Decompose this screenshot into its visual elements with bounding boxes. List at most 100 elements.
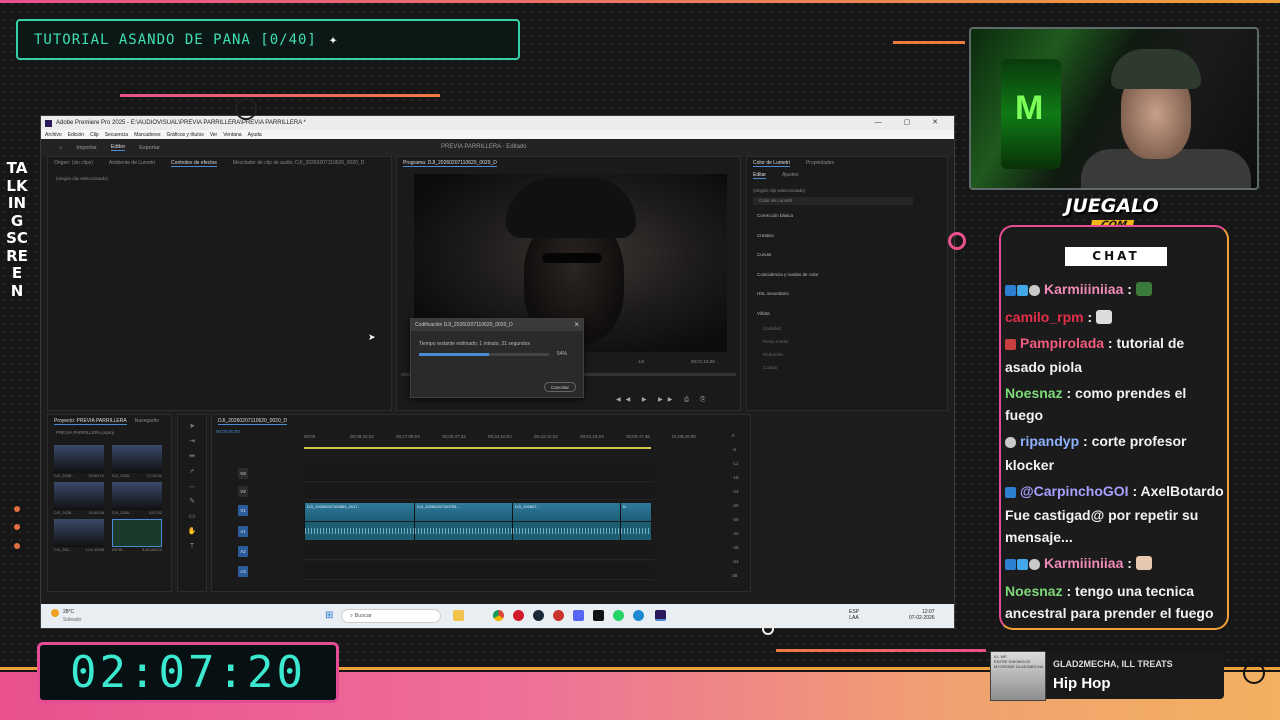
track-header-v1[interactable]: V1 xyxy=(238,505,248,516)
tab-color-lumetri[interactable]: Color de Lumetri xyxy=(753,160,790,167)
audio-clip[interactable] xyxy=(304,522,414,540)
audio-clip[interactable] xyxy=(414,522,512,540)
tab-origen[interactable]: Origen: (sin clips) xyxy=(54,160,93,167)
chat-username[interactable]: camilo_rpm xyxy=(1005,309,1084,325)
language-indicator[interactable]: ESP LAA xyxy=(849,609,859,621)
menu-ventana[interactable]: Ventana xyxy=(223,132,241,138)
transport-controls[interactable]: ◀◀ ▶ ▶▶ ⎙ ⎘ xyxy=(616,396,710,404)
track-header-v3[interactable]: V3 xyxy=(238,468,248,479)
slider-calado[interactable]: Calado xyxy=(747,365,947,378)
video-clip[interactable]: DJI_20260207100853_0017... xyxy=(304,503,414,521)
chat-username[interactable]: Noesnaz xyxy=(1005,385,1063,401)
selection-tool-icon[interactable]: ➤ xyxy=(178,419,206,434)
chat-username[interactable]: @CarpinchoGOI xyxy=(1020,483,1129,499)
track-header-a2[interactable]: A2 xyxy=(238,546,248,557)
tab-lumetri-scope[interactable]: Ambiente de Lumetri xyxy=(109,160,155,167)
menu-clip[interactable]: Clip xyxy=(90,132,99,138)
slider-redondez[interactable]: Redondez xyxy=(747,352,947,365)
timeline-tabs: DJI_20260207110620_0020_D xyxy=(212,415,750,428)
section-curvas[interactable]: Curvas xyxy=(747,252,947,272)
clock[interactable]: 12:07 07-02-2026 xyxy=(909,609,935,621)
chat-username[interactable]: ripandyp xyxy=(1020,433,1079,449)
tab-program[interactable]: Programa: DJI_20260207110620_0020_D xyxy=(403,160,497,167)
ripple-edit-icon[interactable]: ⇹ xyxy=(178,449,206,464)
whatsapp-icon[interactable] xyxy=(613,610,624,621)
audio-clip[interactable] xyxy=(620,522,651,540)
slider-punto-medio[interactable]: Punto medio xyxy=(747,339,947,352)
track-header-v2[interactable]: V2 xyxy=(238,486,248,497)
menu-edicion[interactable]: Edición xyxy=(68,132,84,138)
menu-secuencia[interactable]: Secuencia xyxy=(105,132,128,138)
start-icon[interactable]: ⊞ xyxy=(325,610,333,621)
section-correccion-basica[interactable]: Corrección básica xyxy=(747,213,947,233)
tab-proyecto[interactable]: Proyecto: PREVIA PARRILLERA xyxy=(54,418,127,425)
chat-username[interactable]: Karmiiiniiaa xyxy=(1044,281,1123,297)
window-controls[interactable]: — ▢ ✕ xyxy=(875,118,948,126)
tab-ajustes[interactable]: Ajustes xyxy=(782,172,798,179)
video-clip[interactable]: DJI_20260207100753... xyxy=(414,503,512,521)
menu-ayuda[interactable]: Ayuda xyxy=(248,132,262,138)
tab-propiedades[interactable]: Propiedades xyxy=(806,160,834,167)
section-vineta[interactable]: Viñeta xyxy=(747,311,947,326)
project-bin-item[interactable]: DJI_2026... 17;15;11 xyxy=(112,445,162,478)
track-select-icon[interactable]: ⇥ xyxy=(178,434,206,449)
section-hsl[interactable]: HSL secundario xyxy=(747,291,947,311)
project-bin-item[interactable]: DJI_2026... 33;40;10 xyxy=(54,445,104,478)
discord-icon[interactable] xyxy=(573,610,584,621)
file-explorer-icon[interactable] xyxy=(453,610,464,621)
project-bin-item[interactable]: DJI_2026... 3;37;32 xyxy=(112,482,162,515)
steam-icon[interactable] xyxy=(533,610,544,621)
cancel-button[interactable]: Cancelar xyxy=(544,382,576,392)
project-bin-item[interactable]: DJI_2026... 20;40;38 xyxy=(54,482,104,515)
menu-graficos[interactable]: Gráficos y títulos xyxy=(166,132,203,138)
menu-archivo[interactable]: Archivo xyxy=(45,132,62,138)
program-zoom[interactable]: 1/2 xyxy=(638,359,644,364)
chat-username[interactable]: Pampirolada xyxy=(1020,335,1104,351)
premiere-taskbar-icon[interactable] xyxy=(655,610,666,621)
tab-controles-efectos[interactable]: Controles de efectos xyxy=(171,160,217,167)
track-row[interactable] xyxy=(304,564,654,580)
razor-icon[interactable]: ⌿ xyxy=(178,464,206,479)
hand-icon[interactable]: ✋ xyxy=(178,524,206,539)
menu-marcadores[interactable]: Marcadores xyxy=(134,132,160,138)
gmail-icon[interactable] xyxy=(553,610,564,621)
tab-editor[interactable]: Editor xyxy=(110,144,126,151)
tab-sequence[interactable]: DJI_20260207110620_0020_D xyxy=(218,418,288,425)
audio-clip[interactable] xyxy=(512,522,620,540)
tab-editar[interactable]: Editar xyxy=(753,172,767,179)
slider-cantidad[interactable]: Cantidad xyxy=(747,326,947,339)
video-clip[interactable]: fx xyxy=(620,503,651,521)
meter-label: -24 xyxy=(732,489,739,494)
menu-ver[interactable]: Ver xyxy=(210,132,218,138)
track-row[interactable] xyxy=(304,466,654,482)
project-bin-item[interactable]: INFIN... 3;46;08222 xyxy=(112,519,162,552)
capcut-icon[interactable] xyxy=(593,610,604,621)
track-row[interactable] xyxy=(304,544,654,560)
tab-exportar[interactable]: Exportar xyxy=(139,145,160,151)
tab-importar[interactable]: Importar xyxy=(76,145,96,151)
lumetri-preset-select[interactable]: Color de Lumetri xyxy=(753,197,913,205)
track-header-a3[interactable]: A3 xyxy=(238,566,248,577)
edge-icon[interactable] xyxy=(633,610,644,621)
pen-icon[interactable]: ✎ xyxy=(178,494,206,509)
opera-icon[interactable] xyxy=(513,610,524,621)
chat-username[interactable]: Noesnaz xyxy=(1005,583,1063,599)
work-area-bar[interactable] xyxy=(304,447,651,449)
tab-navegador[interactable]: Navegador xyxy=(135,418,159,425)
video-clip[interactable]: DJI_202607... xyxy=(512,503,620,521)
home-icon[interactable]: ⌂ xyxy=(59,145,62,151)
chrome-icon[interactable] xyxy=(493,610,504,621)
track-header-a1[interactable]: A1 xyxy=(238,526,248,537)
tab-mezclador[interactable]: Mezclador de clip de audio: DJI_20260207… xyxy=(233,160,364,167)
type-icon[interactable]: T xyxy=(178,539,206,554)
section-ruedas-color[interactable]: Coincidencia y ruedas de color xyxy=(747,272,947,292)
track-row[interactable] xyxy=(304,484,654,500)
section-creativo[interactable]: Creativo xyxy=(747,233,947,253)
close-icon[interactable]: × xyxy=(574,320,579,329)
rectangle-icon[interactable]: ▭ xyxy=(178,509,206,524)
project-bin-item[interactable]: DJI_202... 1;01;19;58 xyxy=(54,519,104,552)
timeline-ruler[interactable]: 00;00 00;08;32;32 00;17;05;04 00;25;37;32 00… xyxy=(304,434,696,444)
slip-icon[interactable]: ↔ xyxy=(178,479,206,494)
chat-username[interactable]: Karmiiiniiaa xyxy=(1044,555,1123,571)
taskbar-search[interactable]: ⌕ Buscar xyxy=(341,609,441,623)
